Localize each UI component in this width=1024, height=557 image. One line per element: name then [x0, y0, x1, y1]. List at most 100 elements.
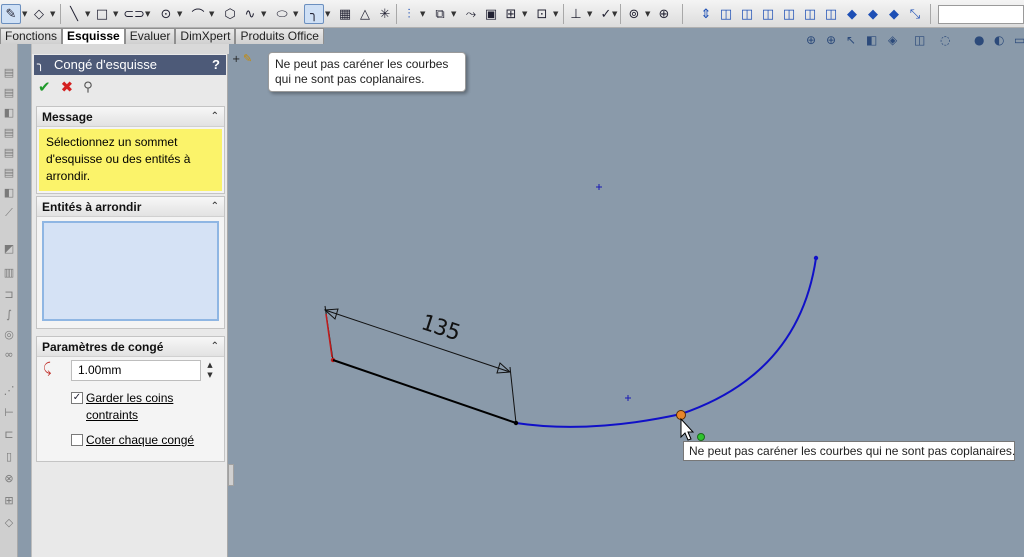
radius-input[interactable]: 1.00mm [71, 360, 201, 381]
rapid-sketch-icon[interactable]: ⊕ [654, 4, 674, 24]
message-header-label: Message [42, 110, 93, 124]
message-group: Message ⌃ Sélectionnez un sommet d'esqui… [36, 106, 225, 194]
grid-icon[interactable]: ▦ [335, 4, 355, 24]
tab-fonctions[interactable]: Fonctions [0, 28, 63, 44]
tab-evaluer[interactable]: Evaluer [124, 28, 176, 44]
keep-corners-row: ✓ Garder les coins contraints [37, 390, 224, 424]
entities-header[interactable]: Entités à arrondir ⌃ [37, 197, 224, 217]
sketch-icon[interactable]: ✎ [1, 4, 21, 24]
tab-dimxpert[interactable]: DimXpert [175, 28, 236, 44]
strip-feature-icon[interactable]: ⟋ [2, 206, 16, 220]
view-dimetric-icon[interactable]: ◆ [884, 4, 904, 24]
sketch-line[interactable] [332, 359, 517, 424]
entities-selection-list[interactable] [42, 221, 219, 321]
sketch-endpoint[interactable] [813, 255, 819, 261]
move-icon[interactable]: ⊡ [532, 4, 552, 24]
ellipse-icon[interactable]: ⬭ [272, 4, 292, 24]
point-icon[interactable]: ✳ [375, 4, 395, 24]
configuration-combo[interactable] [938, 5, 1024, 24]
graphics-area[interactable]: 135 [229, 44, 1024, 557]
trim-icon[interactable]: ⤳ [461, 4, 481, 24]
chevron-up-icon[interactable]: ⌃ [211, 107, 219, 127]
strip-feature-icon[interactable]: ⊗ [2, 472, 16, 486]
strip-feature-icon[interactable]: ▤ [2, 86, 16, 100]
circle-icon[interactable]: ⊙ [156, 4, 176, 24]
view-link-icon[interactable]: ⤡ [905, 4, 925, 24]
strip-feature-icon[interactable]: ▤ [2, 146, 16, 160]
view-trimetric-icon[interactable]: ◆ [863, 4, 883, 24]
dimension-each-label[interactable]: Coter chaque congé [86, 433, 194, 447]
strip-feature-icon[interactable]: ▤ [2, 126, 16, 140]
strip-feature-icon[interactable]: ∞ [2, 348, 16, 362]
linear-pattern-icon[interactable]: ⊞ [501, 4, 521, 24]
view-left-icon[interactable]: ◫ [758, 4, 778, 24]
strip-chart-icon[interactable]: ▥ [2, 266, 16, 280]
ok-button[interactable]: ✔ [38, 78, 51, 96]
cursor-tooltip: Ne peut pas caréner les courbes qui ne s… [683, 441, 1015, 461]
dimension-each-row: Coter chaque congé [37, 432, 224, 449]
strip-feature-icon[interactable]: ⋰ [2, 384, 16, 398]
strip-feature-icon[interactable]: ◧ [2, 106, 16, 120]
keep-corners-checkbox[interactable]: ✓ [71, 392, 83, 404]
spline-icon[interactable]: ∿ [240, 4, 260, 24]
tab-produits-office[interactable]: Produits Office [235, 28, 324, 44]
dimension-value[interactable]: 135 [418, 310, 464, 346]
slot-icon[interactable]: ⊂⊃ [123, 4, 145, 24]
chevron-up-icon[interactable]: ⌃ [211, 197, 219, 217]
view-right-icon[interactable]: ◫ [779, 4, 799, 24]
radius-spinner[interactable]: ▲ ▼ [205, 360, 215, 381]
convert-icon[interactable]: ▣ [481, 4, 501, 24]
view-front-icon[interactable]: ◫ [716, 4, 736, 24]
view-back-icon[interactable]: ◫ [737, 4, 757, 24]
pointer-marker: + [232, 54, 241, 65]
cancel-button[interactable]: ✖ [61, 78, 74, 96]
strip-feature-icon[interactable]: ▤ [2, 66, 16, 80]
sketch-spline[interactable] [515, 257, 817, 428]
strip-feature-icon[interactable]: ◇ [2, 516, 16, 530]
fillet-params-header[interactable]: Paramètres de congé ⌃ [37, 337, 224, 357]
tab-esquisse[interactable]: Esquisse [62, 28, 125, 44]
entities-header-label: Entités à arrondir [42, 200, 142, 214]
balloon-tooltip: Ne peut pas caréner les courbes qui ne s… [268, 52, 466, 92]
rectangle-icon[interactable]: □ [92, 4, 112, 24]
strip-feature-icon[interactable]: ▤ [2, 166, 16, 180]
highlighted-endpoint[interactable] [676, 410, 686, 420]
pushpin-icon[interactable]: ⚲ [83, 80, 93, 95]
chevron-up-icon[interactable]: ⌃ [211, 337, 219, 357]
strip-feature-icon[interactable]: ◎ [2, 328, 16, 342]
strip-feature-icon[interactable]: ⊏ [2, 428, 16, 442]
smart-dimension-icon[interactable]: ◇ [29, 4, 49, 24]
arc-icon[interactable]: ⌒ [188, 4, 208, 24]
strip-feature-icon[interactable]: ▯ [2, 450, 16, 464]
fillet-cursor-icon: ✎ [243, 52, 253, 65]
view-iso-icon[interactable]: ◆ [842, 4, 862, 24]
keep-corners-label[interactable]: Garder les coins contraints [86, 391, 173, 422]
strip-feature-icon[interactable]: ⊢ [2, 406, 16, 420]
sketch-fillet-icon[interactable]: ╮ [304, 4, 324, 24]
strip-feature-icon[interactable]: ∫ [2, 308, 16, 322]
fillet-params-header-label: Paramètres de congé [42, 340, 164, 354]
strip-feature-icon[interactable]: ⊐ [2, 288, 16, 302]
property-manager-tabs[interactable] [32, 44, 229, 54]
sketch-endpoint[interactable] [513, 420, 519, 426]
help-button[interactable]: ? [212, 55, 220, 75]
mirror-icon[interactable]: ⫶ [399, 4, 419, 24]
dimension-each-checkbox[interactable] [71, 434, 83, 446]
quick-snaps-icon[interactable]: ⊚ [624, 4, 644, 24]
strip-feature-icon[interactable]: ◧ [2, 186, 16, 200]
sketch-point-marker [625, 395, 631, 401]
message-text: Sélectionnez un sommet d'esquisse ou des… [39, 129, 222, 191]
strip-feature-icon[interactable]: ⊞ [2, 494, 16, 508]
property-manager-title-bar: ╮ Congé d'esquisse ? [34, 55, 226, 75]
line-icon[interactable]: ╲ [64, 4, 84, 24]
polygon-icon[interactable]: ⬡ [220, 4, 240, 24]
offset-icon[interactable]: ⧉ [430, 4, 450, 24]
left-icon-strip: ▤ ▤ ◧ ▤ ▤ ▤ ◧ ⟋ ◩ ▥ ⊐ ∫ ◎ ∞ ⋰ ⊢ ⊏ ▯ ⊗ ⊞ … [0, 44, 18, 557]
strip-chart-icon[interactable]: ◩ [2, 242, 16, 256]
view-bottom-icon[interactable]: ◫ [821, 4, 841, 24]
view-top-icon[interactable]: ◫ [800, 4, 820, 24]
message-header[interactable]: Message ⌃ [37, 107, 224, 127]
centerline-icon[interactable]: △ [355, 4, 375, 24]
relations-icon[interactable]: ⊥ [566, 4, 586, 24]
normal-to-icon[interactable]: ⇕ [696, 4, 716, 24]
